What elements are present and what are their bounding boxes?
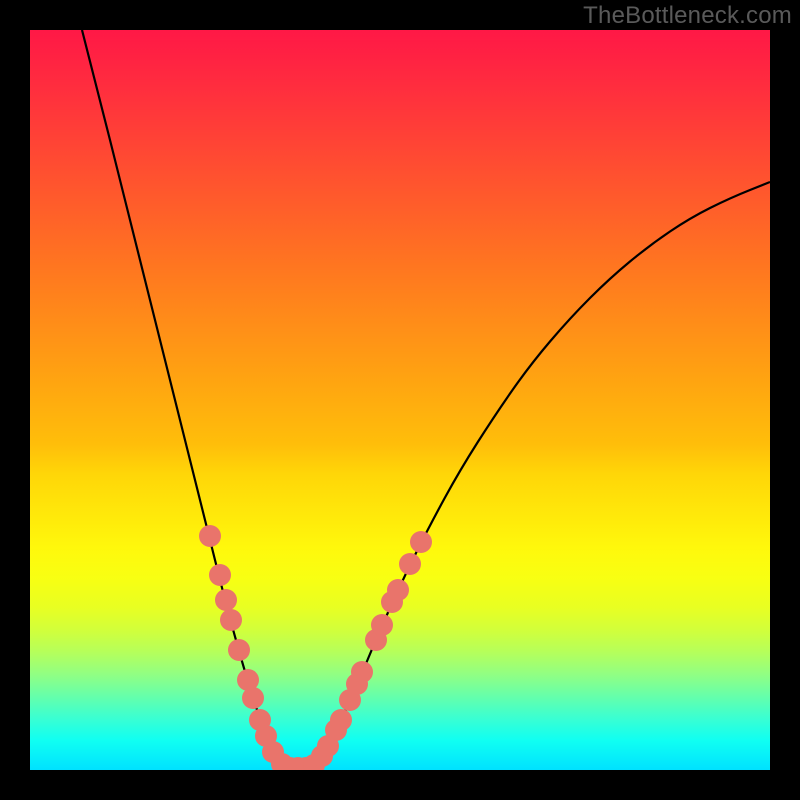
data-dot [351, 661, 373, 683]
data-dot [371, 614, 393, 636]
data-dot [199, 525, 221, 547]
chart-svg [30, 30, 770, 770]
data-dot [330, 709, 352, 731]
data-dot [220, 609, 242, 631]
plot-area [30, 30, 770, 770]
data-dot [387, 579, 409, 601]
chart-frame: TheBottleneck.com [0, 0, 800, 800]
data-dot [215, 589, 237, 611]
data-dot [410, 531, 432, 553]
bottleneck-curve [82, 30, 770, 769]
data-dot [228, 639, 250, 661]
data-dot [399, 553, 421, 575]
watermark-text: TheBottleneck.com [583, 2, 792, 30]
data-dot [209, 564, 231, 586]
data-dot [242, 687, 264, 709]
data-dots [199, 525, 432, 770]
